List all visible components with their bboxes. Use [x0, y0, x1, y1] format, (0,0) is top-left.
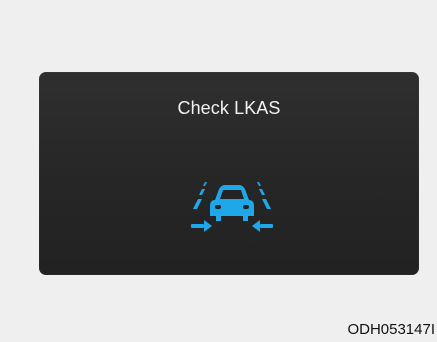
reference-code: ODH053147I: [347, 321, 435, 338]
warning-title: Check LKAS: [177, 98, 281, 118]
warning-panel: Check LKAS: [39, 72, 419, 275]
lane-keeping-assist-icon: [191, 182, 273, 232]
